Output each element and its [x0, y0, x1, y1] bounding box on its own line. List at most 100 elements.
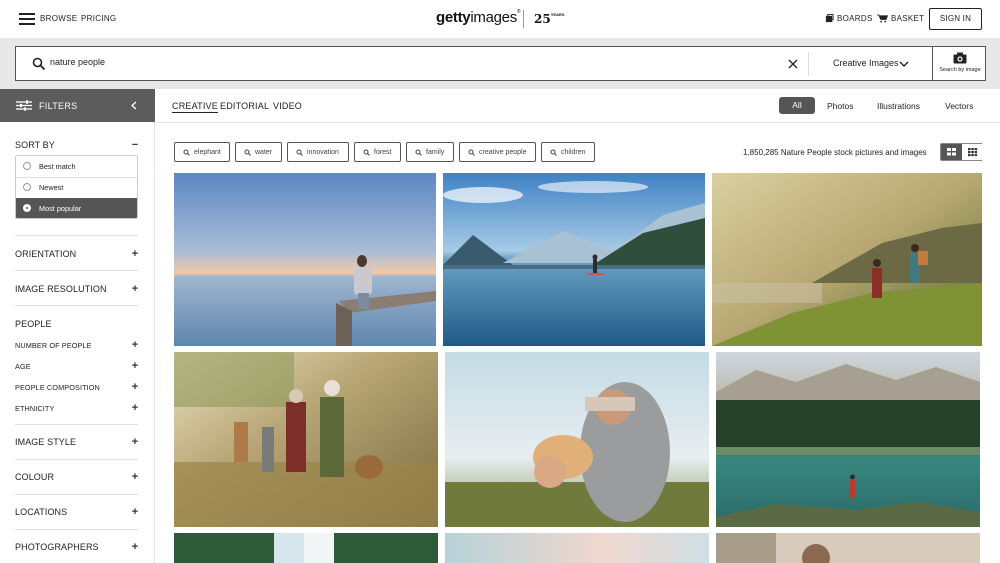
search-input[interactable] — [50, 57, 750, 67]
logo-rest: images — [470, 9, 517, 26]
browse-link[interactable]: BROWSE — [40, 14, 77, 23]
filter-image-resolution[interactable]: IMAGE RESOLUTION — [15, 284, 107, 294]
sign-in-button[interactable]: SIGN IN — [929, 8, 982, 30]
expand-resolution-icon[interactable]: + — [130, 284, 140, 295]
related-search-chip[interactable]: water — [235, 142, 282, 162]
filetype-all[interactable]: All — [779, 97, 815, 114]
boards-icon[interactable] — [825, 14, 834, 23]
filter-number-of-people[interactable]: NUMBER OF PEOPLE — [15, 341, 92, 350]
filetype-illustrations[interactable]: Illustrations — [877, 101, 920, 111]
search-by-image-button[interactable]: Search by image — [932, 47, 986, 80]
related-search-chip[interactable]: elephant — [174, 142, 230, 162]
anniversary-number: 25 — [534, 12, 551, 26]
image-result[interactable] — [174, 533, 438, 563]
chevron-down-icon[interactable] — [899, 60, 909, 68]
tab-editorial[interactable]: EDITORIAL — [220, 101, 269, 111]
filters-label: FILTERS — [39, 101, 78, 111]
expand-age-icon[interactable]: + — [130, 361, 140, 372]
related-search-chip[interactable]: forest — [354, 142, 401, 162]
related-search-chip[interactable]: family — [406, 142, 454, 162]
type-tabs: CREATIVE EDITORIAL VIDEO All Photos Illu… — [155, 89, 1000, 123]
collapse-sort-icon[interactable]: − — [130, 140, 140, 151]
photo-sunset-pier — [174, 173, 436, 346]
pricing-link[interactable]: PRICING — [81, 14, 116, 23]
chevron-left-icon[interactable] — [130, 101, 138, 110]
related-search-chip[interactable]: innovation — [287, 142, 349, 162]
people-heading: PEOPLE — [15, 319, 52, 329]
photo-sky — [445, 533, 709, 563]
related-search-chip[interactable]: creative people — [459, 142, 536, 162]
logo-tm: ® — [516, 9, 521, 15]
expand-image-style-icon[interactable]: + — [130, 437, 140, 448]
clear-icon[interactable] — [786, 57, 800, 71]
radio-icon — [23, 183, 31, 191]
image-result[interactable] — [712, 173, 982, 346]
search-icon — [296, 149, 303, 156]
menu-icon[interactable] — [19, 13, 35, 25]
image-result[interactable] — [174, 173, 436, 346]
sort-most-popular[interactable]: Most popular — [16, 198, 137, 218]
filters-sidebar: SORT BY − Best match Newest Most popular… — [0, 122, 155, 563]
tab-video[interactable]: VIDEO — [273, 101, 302, 111]
filter-colour[interactable]: COLOUR — [15, 472, 54, 482]
filter-orientation[interactable]: ORIENTATION — [15, 249, 76, 259]
filter-image-style[interactable]: IMAGE STYLE — [15, 437, 76, 447]
grid-small-icon — [968, 148, 978, 157]
search-by-image-label: Search by image — [939, 67, 981, 73]
expand-colour-icon[interactable]: + — [130, 472, 140, 483]
chip-label: elephant — [194, 148, 221, 156]
search-icon[interactable] — [32, 57, 46, 71]
search-icon — [415, 149, 422, 156]
filetype-photos[interactable]: Photos — [827, 101, 853, 111]
results-summary: 1,850,285 Nature People stock pictures a… — [743, 148, 927, 157]
basket-icon[interactable] — [877, 14, 888, 23]
photo-hikers-cliff — [712, 173, 982, 346]
related-search-chip[interactable]: children — [541, 142, 595, 162]
content-type-dropdown[interactable]: Creative Images — [833, 58, 899, 68]
sort-option-label: Most popular — [39, 204, 82, 213]
expand-orientation-icon[interactable]: + — [130, 249, 140, 260]
list-view-button[interactable] — [941, 144, 962, 160]
image-result[interactable] — [445, 533, 709, 563]
getty-images-logo[interactable]: gettyimages® — [436, 9, 521, 26]
sort-option-label: Newest — [39, 183, 64, 192]
filter-age[interactable]: AGE — [15, 362, 31, 371]
filter-locations[interactable]: LOCATIONS — [15, 507, 67, 517]
sort-newest[interactable]: Newest — [16, 177, 137, 198]
search-icon — [183, 149, 190, 156]
chip-label: children — [561, 148, 586, 156]
expand-composition-icon[interactable]: + — [130, 382, 140, 393]
image-result[interactable] — [174, 352, 438, 527]
anniversary-word: YEARS — [550, 12, 565, 17]
chip-label: creative people — [479, 148, 527, 156]
sidebar-divider — [15, 305, 138, 306]
radio-icon — [23, 162, 31, 170]
search-icon — [550, 149, 557, 156]
filters-bar[interactable]: FILTERS — [0, 89, 155, 122]
image-result[interactable] — [716, 352, 980, 527]
sort-best-match[interactable]: Best match — [16, 156, 137, 177]
filter-photographers[interactable]: PHOTOGRAPHERS — [15, 542, 99, 552]
image-result[interactable] — [443, 173, 705, 346]
top-header: BROWSE PRICING gettyimages® 25YEARS BOAR… — [0, 0, 1000, 38]
expand-number-of-people-icon[interactable]: + — [130, 340, 140, 351]
basket-link[interactable]: BASKET — [891, 14, 924, 23]
expand-locations-icon[interactable]: + — [130, 507, 140, 518]
filetype-vectors[interactable]: Vectors — [945, 101, 973, 111]
filters-sliders-icon — [16, 100, 32, 111]
image-result[interactable] — [445, 352, 709, 527]
grid-view-button[interactable] — [962, 144, 983, 160]
logo-divider — [523, 10, 524, 28]
image-result[interactable] — [716, 533, 980, 563]
sort-by-heading: SORT BY — [15, 140, 55, 150]
filter-ethnicity[interactable]: ETHNICITY — [15, 404, 54, 413]
filter-people-composition[interactable]: PEOPLE COMPOSITION — [15, 383, 100, 392]
sidebar-divider — [15, 529, 138, 530]
search-box: Creative Images Search by image — [15, 46, 986, 81]
expand-photographers-icon[interactable]: + — [130, 542, 140, 553]
expand-ethnicity-icon[interactable]: + — [130, 403, 140, 414]
photo-person-outdoors — [716, 533, 980, 563]
tab-creative[interactable]: CREATIVE — [172, 101, 218, 113]
boards-link[interactable]: BOARDS — [837, 14, 873, 23]
sidebar-divider — [15, 270, 138, 271]
